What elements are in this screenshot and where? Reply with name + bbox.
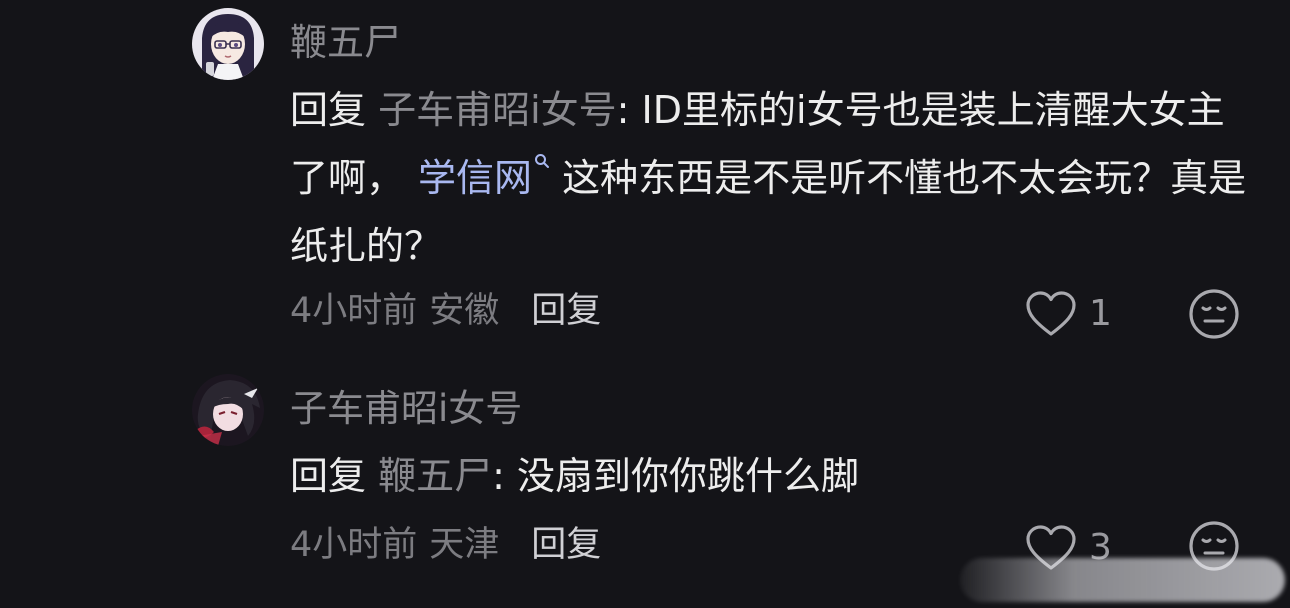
search-icon bbox=[535, 154, 550, 168]
location: 安徽 bbox=[429, 291, 500, 331]
comment-text: 回复 子车甫昭i女号: ID里标的i女号也是装上清醒大女主了啊， 学信网 这种东西… bbox=[290, 76, 1255, 280]
search-link[interactable]: 学信网 bbox=[418, 154, 550, 200]
comment-meta: 4小时前 安徽 回复 bbox=[290, 294, 613, 329]
username[interactable]: 子车甫昭i女号 bbox=[290, 390, 522, 427]
comment-meta: 4小时前 天津 回复 bbox=[290, 528, 613, 563]
emoji-reaction-button[interactable] bbox=[1188, 288, 1240, 340]
reply-label: 回复 bbox=[290, 454, 367, 498]
neutral-face-icon bbox=[1189, 289, 1239, 339]
reply-button[interactable]: 回复 bbox=[531, 291, 601, 331]
heart-outline-icon bbox=[1026, 291, 1076, 336]
blurred-watermark bbox=[960, 558, 1285, 602]
search-link-label[interactable]: 学信网 bbox=[418, 156, 532, 200]
reply-target-username[interactable]: 鞭五尸 bbox=[378, 454, 492, 498]
reply-label: 回复 bbox=[290, 88, 367, 132]
comment-text: 回复 鞭五尸: 没扇到你你跳什么脚 bbox=[290, 442, 1255, 510]
avatar[interactable] bbox=[192, 374, 264, 446]
username[interactable]: 鞭五尸 bbox=[290, 24, 401, 61]
timestamp: 4小时前 bbox=[290, 525, 418, 565]
reply-target-username[interactable]: 子车甫昭i女号 bbox=[378, 88, 617, 132]
timestamp: 4小时前 bbox=[290, 291, 418, 331]
like-button[interactable]: 1 bbox=[1025, 290, 1125, 340]
comment-text-part1: : 没扇到你你跳什么脚 bbox=[492, 454, 860, 498]
avatar[interactable] bbox=[192, 8, 264, 80]
like-count: 1 bbox=[1089, 293, 1112, 334]
reply-button[interactable]: 回复 bbox=[531, 525, 601, 565]
location: 天津 bbox=[429, 525, 500, 565]
